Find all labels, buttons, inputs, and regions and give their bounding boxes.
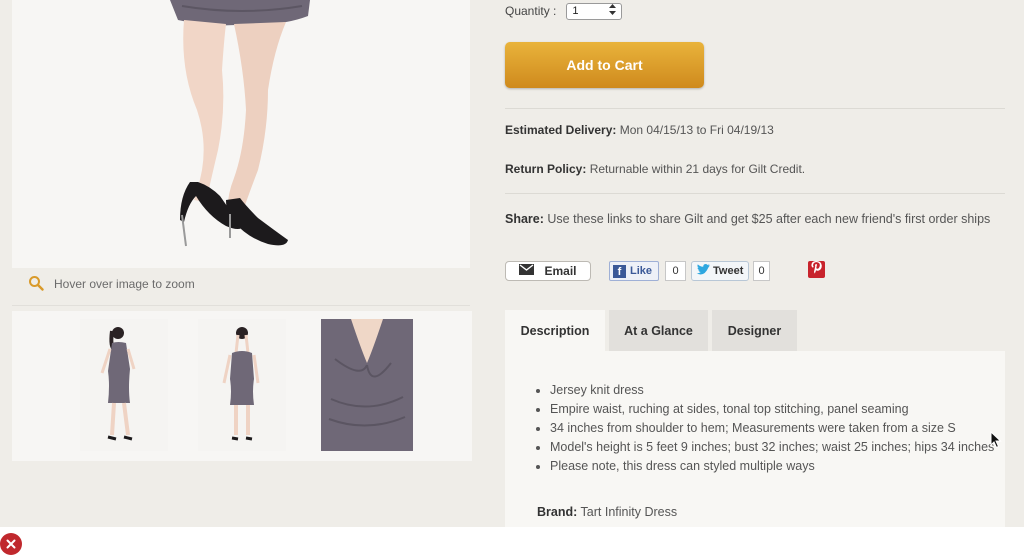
quantity-label: Quantity : bbox=[505, 4, 557, 18]
list-item: 34 inches from shoulder to hem; Measurem… bbox=[550, 419, 1020, 438]
divider bbox=[12, 305, 470, 306]
quantity-value: 1 bbox=[572, 5, 579, 17]
estimated-delivery: Estimated Delivery: Mon 04/15/13 to Fri … bbox=[505, 123, 774, 137]
magnifier-icon bbox=[28, 275, 44, 294]
facebook-icon: f bbox=[613, 264, 626, 278]
brand-value: Tart Infinity Dress bbox=[580, 505, 678, 519]
divider bbox=[505, 193, 1005, 194]
return-policy-value: Returnable within 21 days for Gilt Credi… bbox=[589, 162, 806, 176]
email-share-button[interactable]: Email bbox=[505, 261, 591, 281]
thumbnail-detail[interactable] bbox=[321, 319, 413, 451]
close-icon[interactable] bbox=[0, 533, 22, 555]
thumbnail-front[interactable] bbox=[80, 319, 168, 451]
share-description: Use these links to share Gilt and get $2… bbox=[547, 212, 991, 226]
main-product-image[interactable] bbox=[12, 0, 470, 268]
email-label: Email bbox=[544, 264, 577, 278]
tab-designer[interactable]: Designer bbox=[712, 310, 797, 351]
return-policy-label: Return Policy: bbox=[505, 162, 587, 176]
facebook-like-button[interactable]: f Like bbox=[609, 261, 659, 281]
delivery-value: Mon 04/15/13 to Fri 04/19/13 bbox=[619, 123, 774, 137]
list-item: Empire waist, ruching at sides, tonal to… bbox=[550, 400, 1020, 419]
feature-list: Jersey knit dress Empire waist, ruching … bbox=[517, 381, 1020, 476]
like-label: Like bbox=[630, 265, 653, 277]
updown-arrows-icon bbox=[609, 4, 617, 18]
thumbnail-back[interactable] bbox=[198, 319, 286, 451]
list-item: Model's height is 5 feet 9 inches; bust … bbox=[550, 438, 1020, 457]
share-text: Share: Use these links to share Gilt and… bbox=[505, 208, 1005, 231]
share-label: Share: bbox=[505, 212, 544, 226]
like-count: 0 bbox=[665, 261, 686, 281]
description-panel: Jersey knit dress Empire waist, ruching … bbox=[505, 351, 1005, 531]
zoom-hint: Hover over image to zoom bbox=[28, 274, 195, 294]
list-item: Please note, this dress can styled multi… bbox=[550, 457, 1020, 476]
pinterest-button[interactable] bbox=[808, 260, 825, 279]
brand-label: Brand: bbox=[537, 505, 578, 519]
mouse-cursor-icon bbox=[990, 430, 1002, 454]
zoom-hint-text: Hover over image to zoom bbox=[54, 277, 195, 291]
product-tabs: Description At a Glance Designer bbox=[505, 310, 797, 351]
envelope-icon bbox=[519, 264, 535, 278]
list-item: Jersey knit dress bbox=[550, 381, 1020, 400]
twitter-bird-icon bbox=[696, 264, 710, 278]
brand-line: Brand: Tart Infinity Dress bbox=[537, 505, 677, 519]
bottom-bar bbox=[0, 527, 1024, 556]
tab-at-a-glance[interactable]: At a Glance bbox=[609, 310, 708, 351]
delivery-label: Estimated Delivery: bbox=[505, 123, 617, 137]
add-to-cart-button[interactable]: Add to Cart bbox=[505, 42, 704, 88]
pinterest-icon bbox=[811, 260, 822, 279]
quantity-select[interactable]: 1 bbox=[566, 2, 623, 20]
tweet-count: 0 bbox=[753, 261, 770, 281]
divider bbox=[505, 108, 1005, 109]
thumbnail-strip bbox=[12, 311, 472, 461]
tweet-label: Tweet bbox=[713, 265, 744, 277]
quantity-row: Quantity : 1 bbox=[505, 0, 623, 22]
return-policy: Return Policy: Returnable within 21 days… bbox=[505, 162, 805, 176]
tweet-button[interactable]: Tweet bbox=[691, 261, 749, 281]
tab-description[interactable]: Description bbox=[505, 310, 605, 351]
